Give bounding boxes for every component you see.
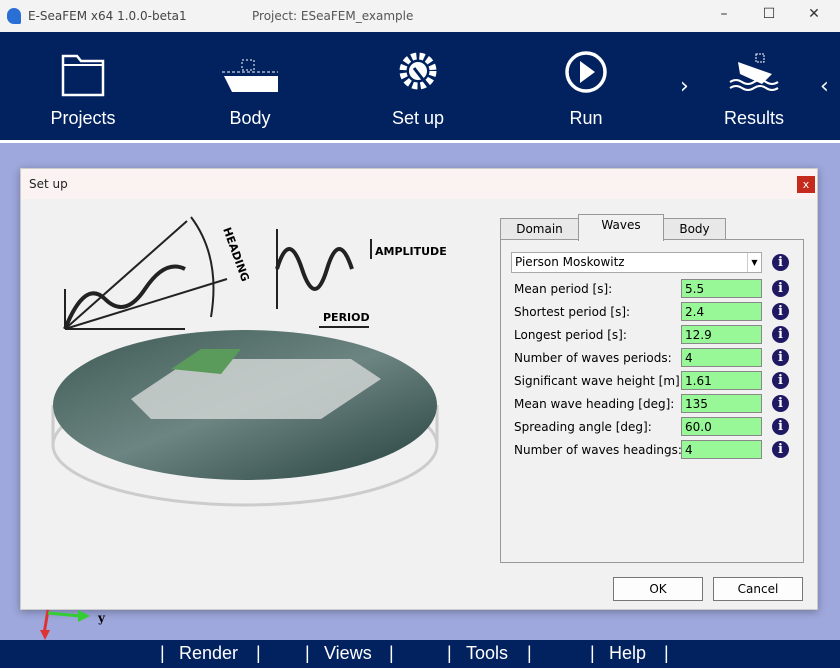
nav-run[interactable]: Run <box>516 32 656 140</box>
nav-prev-button[interactable]: ‹ <box>820 74 829 99</box>
project-title: Project: ESeaFEM_example <box>252 9 414 23</box>
field-row: Number of waves headings: 4 <box>514 440 804 460</box>
ship-waves-icon <box>729 53 779 91</box>
cancel-button[interactable]: Cancel <box>713 577 803 601</box>
title-bar: E-SeaFEM x64 1.0.0-beta1 Project: ESeaFE… <box>0 0 840 32</box>
field-label: Number of waves headings: <box>514 443 682 457</box>
field-row: Spreading angle [deg]: 60.0 <box>514 417 804 437</box>
play-icon <box>565 51 607 93</box>
tab-waves[interactable]: Waves <box>578 214 664 241</box>
setup-dialog: Set up x HEADING AMPLITUDE PERIOD Domain… <box>20 168 818 610</box>
field-input[interactable]: 60.0 <box>681 417 762 436</box>
nav-label: Set up <box>391 108 445 128</box>
field-row: Number of waves periods: 4 <box>514 348 804 368</box>
field-row: Longest period [s]: 12.9 <box>514 325 804 345</box>
tab-body[interactable]: Body <box>663 218 726 240</box>
info-icon[interactable]: i <box>772 280 789 297</box>
menu-render[interactable]: Render <box>179 643 238 664</box>
field-label: Number of waves periods: <box>514 351 672 365</box>
folder-icon <box>61 54 105 97</box>
field-label: Shortest period [s]: <box>514 305 631 319</box>
field-label: Spreading angle [deg]: <box>514 420 652 434</box>
nav-label: Body <box>229 108 271 128</box>
nav-label: Projects <box>50 108 116 128</box>
info-icon[interactable]: i <box>772 349 789 366</box>
period-label: PERIOD <box>323 311 370 324</box>
y-axis-label: y <box>97 611 106 625</box>
field-input[interactable]: 5.5 <box>681 279 762 298</box>
divider <box>0 140 840 143</box>
nav-label: Results <box>723 108 785 128</box>
info-icon[interactable]: i <box>772 326 789 343</box>
field-row: Significant wave height [m]: 1.61 <box>514 371 804 391</box>
maximize-icon[interactable]: ☐ <box>759 6 779 22</box>
heading-label: HEADING <box>220 226 252 284</box>
field-row: Mean period [s]: 5.5 <box>514 279 804 299</box>
menu-help[interactable]: Help <box>609 643 646 664</box>
close-window-icon[interactable]: ✕ <box>804 6 824 22</box>
nav-label: Run <box>569 108 603 128</box>
ok-button[interactable]: OK <box>613 577 703 601</box>
spectrum-select[interactable]: Pierson Moskowitz ▼ <box>511 252 762 273</box>
nav-projects[interactable]: Projects <box>13 32 153 140</box>
field-row: Mean wave heading [deg]: 135 <box>514 394 804 414</box>
field-input[interactable]: 2.4 <box>681 302 762 321</box>
info-icon[interactable]: i <box>772 372 789 389</box>
info-icon[interactable]: i <box>772 418 789 435</box>
field-input[interactable]: 4 <box>681 348 762 367</box>
nav-body[interactable]: Body <box>180 32 320 140</box>
waves-panel: Pierson Moskowitz ▼ i Mean period [s]: 5.… <box>500 239 804 563</box>
menu-tools[interactable]: Tools <box>466 643 508 664</box>
info-icon[interactable]: i <box>772 441 789 458</box>
amplitude-label: AMPLITUDE <box>375 245 447 258</box>
field-input[interactable]: 1.61 <box>681 371 762 390</box>
waves-illustration: HEADING AMPLITUDE PERIOD <box>51 216 447 507</box>
menu-views[interactable]: Views <box>324 643 372 664</box>
app-logo-icon <box>7 8 21 24</box>
nav-results[interactable]: Results <box>684 32 824 140</box>
tab-domain[interactable]: Domain <box>500 218 579 240</box>
nav-setup[interactable]: Set up <box>348 32 488 140</box>
ship-icon <box>222 59 278 92</box>
info-icon[interactable]: i <box>772 254 789 271</box>
spectrum-value: Pierson Moskowitz <box>515 255 625 269</box>
gear-wrench-icon <box>399 52 437 90</box>
field-input[interactable]: 135 <box>681 394 762 413</box>
axes-gizmo: y <box>40 609 106 640</box>
info-icon[interactable]: i <box>772 395 789 412</box>
info-icon[interactable]: i <box>772 303 789 320</box>
field-input[interactable]: 12.9 <box>681 325 762 344</box>
dropdown-arrow-icon[interactable]: ▼ <box>747 253 761 272</box>
minimize-icon[interactable]: – <box>714 6 734 22</box>
bottom-menu: | Render | | Views | | Tools | | Help | <box>0 640 840 668</box>
field-input[interactable]: 4 <box>681 440 762 459</box>
app-title: E-SeaFEM x64 1.0.0-beta1 <box>28 9 187 23</box>
dialog-title: Set up <box>21 169 817 199</box>
dialog-close-button[interactable]: x <box>797 176 815 193</box>
field-row: Shortest period [s]: 2.4 <box>514 302 804 322</box>
field-label: Longest period [s]: <box>514 328 627 342</box>
main-nav: Projects Body Set up Run › Results ‹ <box>0 32 840 140</box>
field-label: Significant wave height [m]: <box>514 374 684 388</box>
field-label: Mean period [s]: <box>514 282 613 296</box>
field-label: Mean wave heading [deg]: <box>514 397 675 411</box>
